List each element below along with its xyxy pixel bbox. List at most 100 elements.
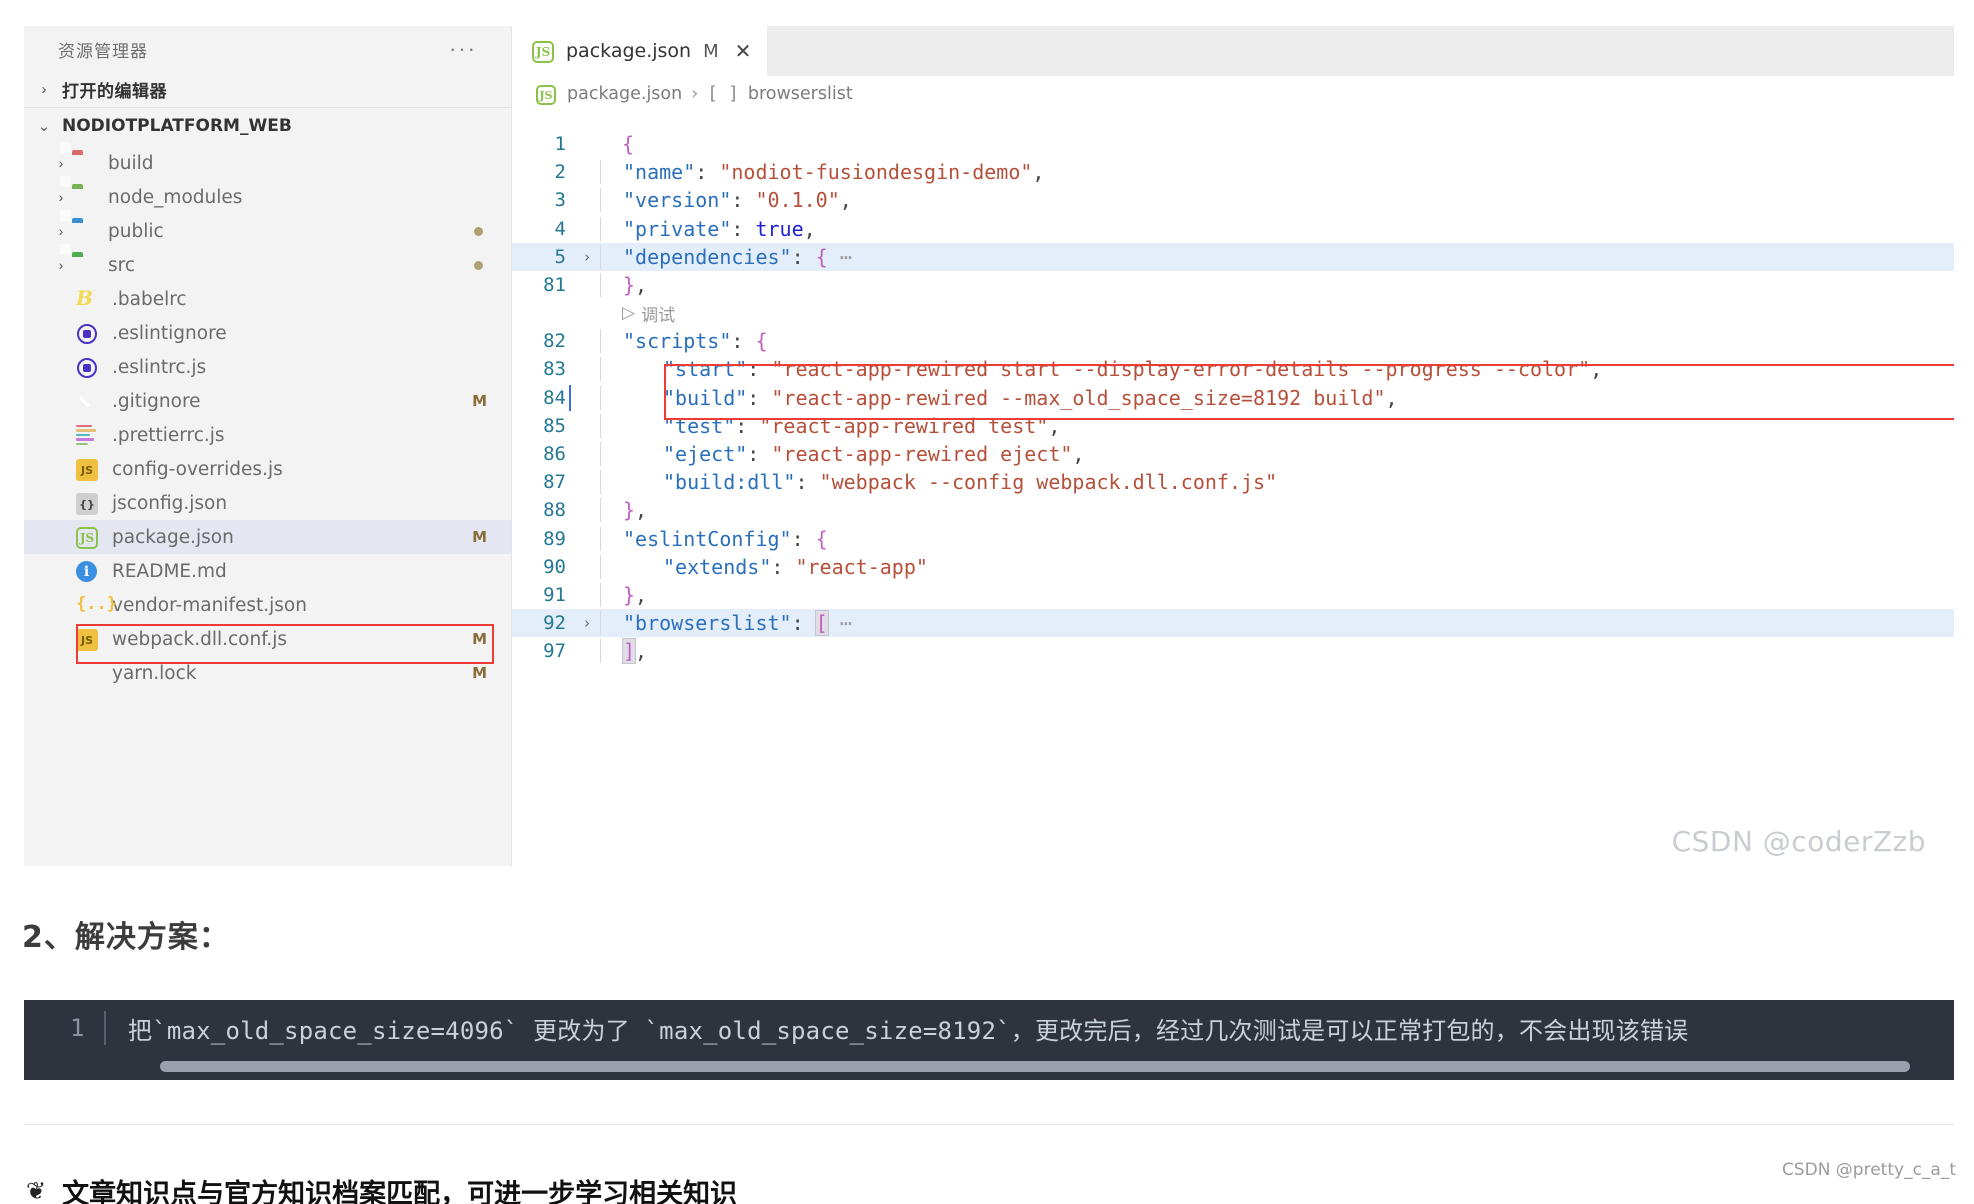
tree-item-eslintrc-js[interactable]: .eslintrc.js	[24, 350, 511, 384]
code-text: },	[600, 273, 648, 298]
code-text: "test": "react-app-rewired test",	[600, 413, 1061, 438]
code-token: {	[815, 526, 828, 551]
tree-item-label: .prettierrc.js	[112, 424, 225, 446]
breadcrumb-node[interactable]: browserslist	[748, 84, 853, 104]
breadcrumb-array-icon: [ ]	[707, 84, 739, 104]
code-line-89[interactable]: 89 "eslintConfig": {	[512, 524, 1954, 552]
code-token: "dependencies"	[623, 244, 792, 269]
tree-item-webpack-dll-conf-js[interactable]: JS webpack.dll.conf.js M	[24, 622, 511, 656]
code-line-85[interactable]: 85 "test": "react-app-rewired test",	[512, 412, 1954, 440]
code-token: "version"	[623, 188, 732, 213]
code-token: :	[731, 216, 756, 241]
markdown-info-icon: i	[76, 560, 102, 582]
code-line-88[interactable]: 88},	[512, 496, 1954, 524]
code-token: ,	[635, 639, 648, 664]
tree-item-gitignore[interactable]: .gitignore M	[24, 384, 511, 418]
open-editors-section[interactable]: › 打开的编辑器	[24, 72, 511, 108]
code-token: "react-app-rewired test"	[759, 413, 1049, 438]
tree-item-vendor-manifest-json[interactable]: {..} vendor-manifest.json	[24, 588, 511, 622]
line-number: 2	[554, 161, 566, 184]
code-token: "react-app-rewired --max_old_space_size=…	[771, 385, 1386, 410]
code-text: "private": true,	[600, 216, 816, 241]
prettier-icon	[76, 424, 102, 446]
tree-item-label: .eslintrc.js	[112, 356, 207, 378]
tree-item-label: webpack.dll.conf.js	[112, 628, 288, 650]
code-line-87[interactable]: 87 "build:dll": "webpack --config webpack…	[512, 468, 1954, 496]
code-token: :	[747, 441, 772, 466]
code-line-97[interactable]: 97],	[512, 637, 1954, 665]
codelens-label[interactable]: 调试	[641, 301, 675, 326]
code-token: {	[622, 132, 635, 157]
fold-toggle-icon[interactable]: ›	[574, 614, 600, 632]
code-token: "name"	[623, 160, 696, 185]
tree-item-label: .babelrc	[112, 288, 187, 310]
nodejs-icon: JS	[76, 526, 102, 549]
open-editors-label: 打开的编辑器	[62, 82, 167, 102]
line-number: 5	[554, 245, 566, 268]
tree-item-src[interactable]: › src	[24, 244, 511, 282]
babel-icon: B	[76, 286, 93, 310]
code-line-5[interactable]: 5 › "dependencies": { ⋯	[512, 242, 1954, 271]
line-number: 82	[543, 330, 566, 353]
code-line-2[interactable]: 2 "name": "nodiot-fusiondesgin-demo",	[512, 158, 1954, 186]
code-token: ,	[1048, 413, 1061, 438]
line-number: 84	[543, 386, 566, 409]
tree-item-public[interactable]: › public	[24, 210, 511, 248]
nodejs-icon: JS	[536, 84, 558, 105]
git-status-badge: M	[472, 392, 487, 410]
line-number: 91	[543, 583, 566, 606]
chevron-right-icon[interactable]: ›	[50, 155, 72, 171]
code-line-84[interactable]: 84 "build": "react-app-rewired --max_old_…	[512, 384, 1954, 412]
codelens-debug[interactable]: ▷ 调试	[512, 299, 1954, 327]
code-line-81[interactable]: 81},	[512, 271, 1954, 299]
code-line-4[interactable]: 4 "private": true,	[512, 215, 1954, 243]
line-number: 1	[554, 133, 566, 156]
tab-package-json[interactable]: JS package.json M ✕	[512, 26, 768, 76]
code-token: "react-app-rewired start --display-error…	[771, 357, 1591, 382]
code-line-82[interactable]: 82 "scripts": {	[512, 327, 1954, 355]
knowledge-footer[interactable]: ❦ 文章知识点与官方知识档案匹配，可进一步学习相关知识	[26, 1178, 737, 1204]
code-token: ,	[1385, 385, 1398, 410]
chevron-right-icon[interactable]: ›	[50, 257, 72, 273]
project-root-section[interactable]: ⌄ NODIOTPLATFORM_WEB	[24, 108, 511, 144]
fold-toggle-icon[interactable]: ›	[574, 248, 600, 266]
tree-item-prettierrc-js[interactable]: .prettierrc.js	[24, 418, 511, 452]
close-icon[interactable]: ✕	[735, 39, 752, 64]
codeblock-scrollbar[interactable]	[160, 1061, 1910, 1072]
chevron-right-icon[interactable]: ›	[50, 189, 72, 205]
tree-item-package-json[interactable]: JS package.json M	[24, 520, 511, 554]
breadcrumb-file[interactable]: package.json	[567, 84, 682, 104]
code-token: true	[755, 216, 804, 241]
codeblock-line: 1 把`max_old_space_size=4096` 更改为了 `max_o…	[24, 1000, 1954, 1056]
tree-item-readme-md[interactable]: i README.md	[24, 554, 511, 588]
tree-item-label: node_modules	[108, 186, 243, 208]
code-token: "0.1.0"	[755, 188, 840, 213]
editor-watermark: CSDN @coderZzb	[1671, 825, 1926, 858]
tree-item-eslintignore[interactable]: .eslintignore	[24, 316, 511, 350]
tree-item-babelrc[interactable]: B .babelrc	[24, 282, 511, 316]
tree-item-jsconfig-json[interactable]: {} jsconfig.json	[24, 486, 511, 520]
code-line-86[interactable]: 86 "eject": "react-app-rewired eject",	[512, 440, 1954, 468]
code-line-92[interactable]: 92 › "browserslist": [ ⋯	[512, 609, 1954, 638]
codeblock-text: 把`max_old_space_size=4096` 更改为了 `max_old…	[128, 1016, 1689, 1045]
tree-item-build[interactable]: › build	[24, 142, 511, 180]
code-token: ,	[635, 273, 648, 298]
code-token: "private"	[623, 216, 732, 241]
solution-codeblock[interactable]: 1 把`max_old_space_size=4096` 更改为了 `max_o…	[24, 1000, 1954, 1080]
code-token: ,	[803, 216, 816, 241]
line-number: 90	[543, 555, 566, 578]
code-line-91[interactable]: 91},	[512, 581, 1954, 609]
code-text: {	[600, 132, 634, 156]
editor-pane: JS package.json M ✕ JS package.json › [ …	[512, 26, 1954, 866]
code-line-3[interactable]: 3 "version": "0.1.0",	[512, 186, 1954, 214]
tree-item-label: src	[108, 254, 136, 276]
tree-item-node-modules[interactable]: › node_modules	[24, 176, 511, 214]
tree-item-yarn-lock[interactable]: yarn.lock M	[24, 656, 511, 690]
code-editor[interactable]: 1{2 "name": "nodiot-fusiondesgin-demo", 3 "…	[512, 112, 1954, 866]
code-line-1[interactable]: 1{	[512, 130, 1954, 158]
chevron-right-icon[interactable]: ›	[50, 223, 72, 239]
code-line-90[interactable]: 90 "extends": "react-app"	[512, 553, 1954, 581]
tree-item-config-overrides-js[interactable]: JS config-overrides.js	[24, 452, 511, 486]
explorer-more-icon[interactable]: ···	[449, 38, 491, 60]
code-line-83[interactable]: 83 "start": "react-app-rewired start --di…	[512, 355, 1954, 383]
